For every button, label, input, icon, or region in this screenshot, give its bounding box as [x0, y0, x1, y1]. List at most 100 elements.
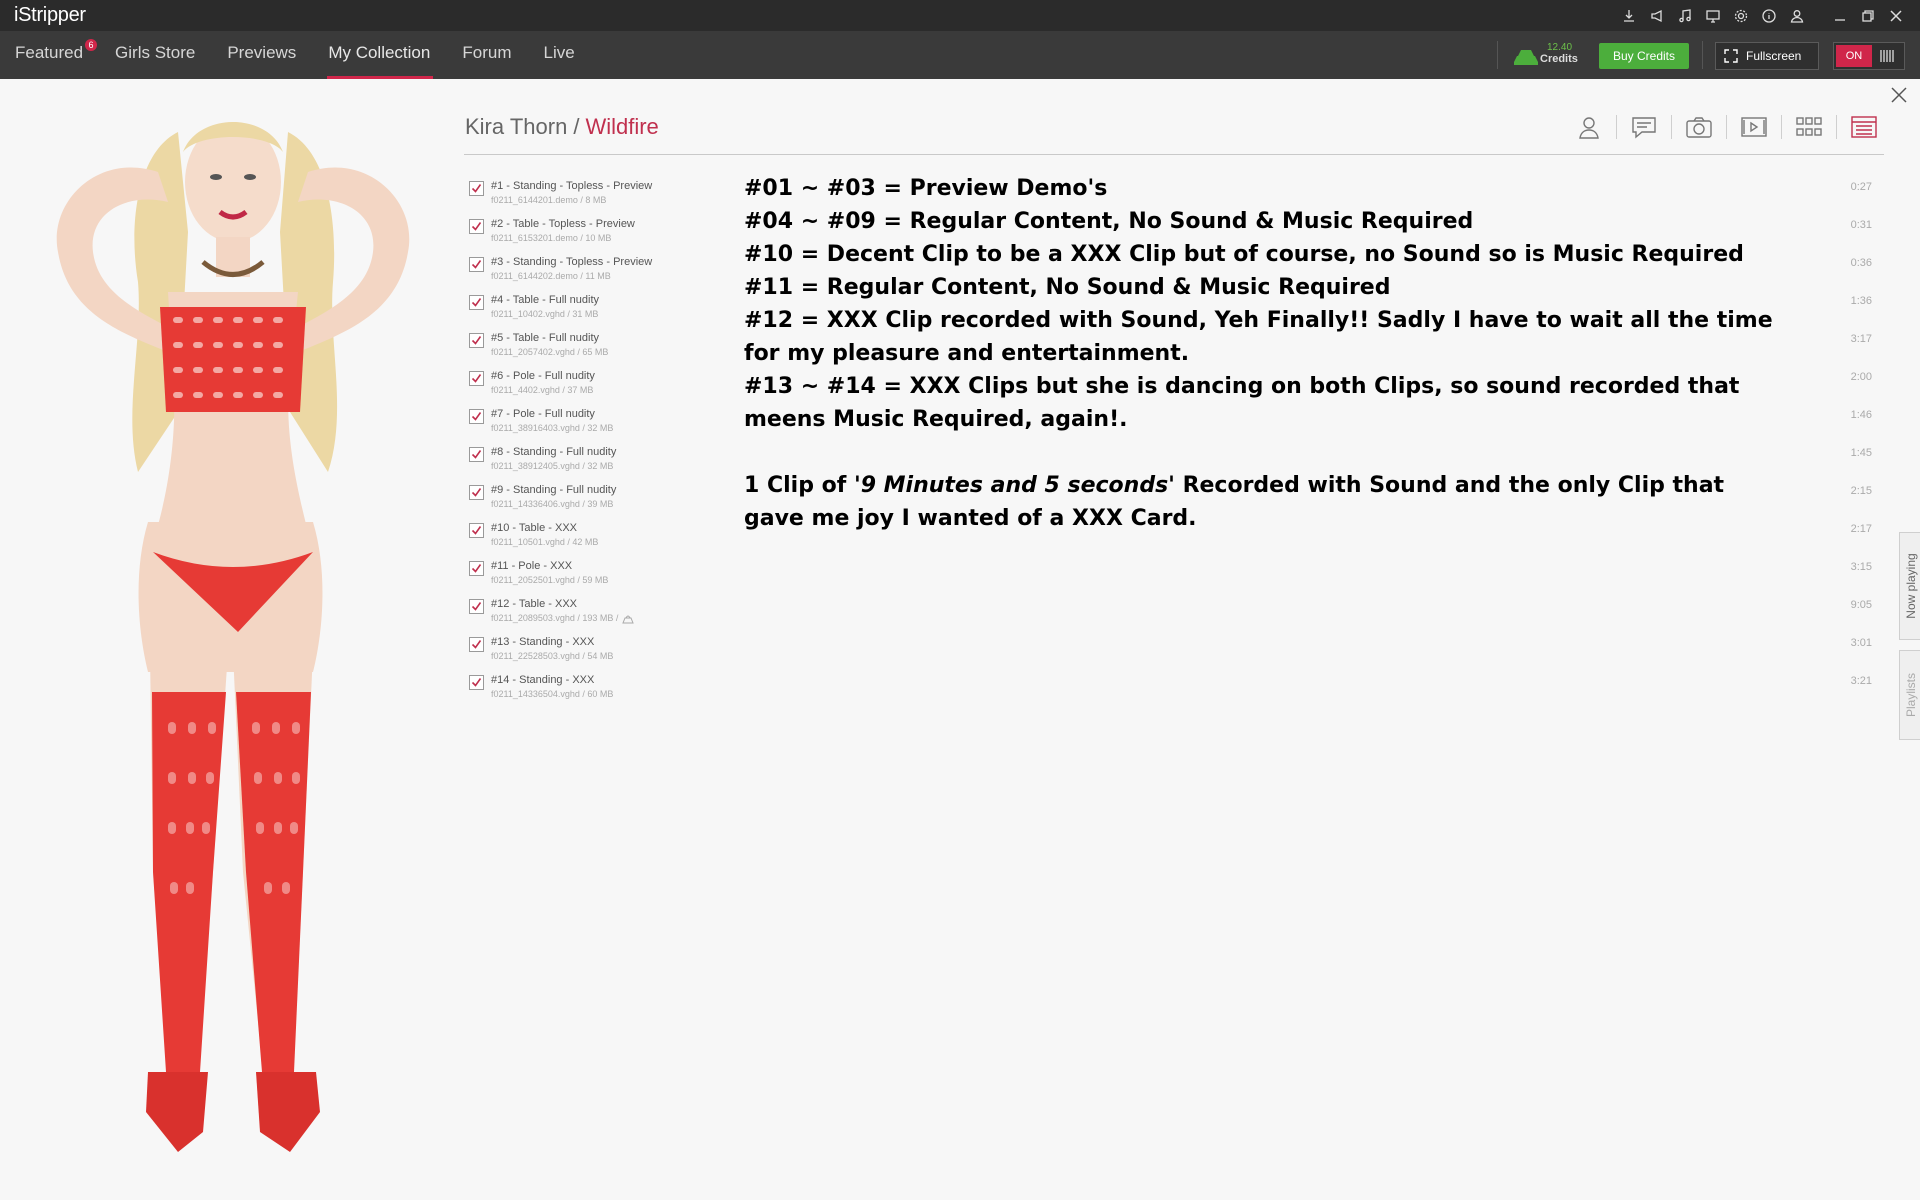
- tab-label: My Collection: [328, 43, 431, 62]
- checkmark-icon: [471, 450, 482, 459]
- clip-item[interactable]: #4 - Table - Full nudity f0211_10402.vghd…: [469, 292, 709, 330]
- music-icon[interactable]: [1674, 5, 1695, 26]
- toolbar-divider: [1671, 115, 1672, 139]
- clip-item[interactable]: #3 - Standing - Topless - Preview f0211_6…: [469, 254, 709, 292]
- toolbar-divider: [1836, 115, 1837, 139]
- clip-item[interactable]: #5 - Table - Full nudity f0211_2057402.vg…: [469, 330, 709, 368]
- clip-title: #3 - Standing - Topless - Preview: [491, 256, 653, 268]
- clip-item[interactable]: #14 - Standing - XXX f0211_14336504.vghd …: [469, 672, 709, 710]
- user-icon[interactable]: [1786, 5, 1807, 26]
- model-name[interactable]: Kira Thorn: [465, 114, 567, 139]
- restore-icon[interactable]: [1857, 5, 1878, 26]
- now-playing-tab[interactable]: Now playing: [1899, 532, 1920, 640]
- buy-credits-button[interactable]: Buy Credits: [1599, 43, 1689, 69]
- clip-item[interactable]: #11 - Pole - XXX f0211_2052501.vghd / 59 …: [469, 558, 709, 596]
- clip-checkbox[interactable]: [469, 333, 484, 348]
- app-title: iStripper: [14, 4, 86, 26]
- clip-duration: 0:36: [1850, 257, 1872, 269]
- clip-title: #4 - Table - Full nudity: [491, 294, 600, 306]
- tab-forum[interactable]: Forum: [447, 31, 528, 79]
- clip-checkbox[interactable]: [469, 637, 484, 652]
- tab-label: Live: [543, 43, 575, 62]
- clip-file: f0211_2089503.vghd / 193 MB /: [491, 613, 635, 624]
- calendar-icon[interactable]: [1848, 113, 1880, 141]
- close-panel-icon[interactable]: [1890, 86, 1908, 104]
- clip-checkbox[interactable]: [469, 561, 484, 576]
- clip-file: f0211_6144201.demo / 8 MB: [491, 195, 607, 205]
- announce-icon[interactable]: [1646, 5, 1667, 26]
- clip-file: f0211_22528503.vghd / 54 MB: [491, 651, 614, 661]
- tab-label: Previews: [227, 43, 297, 62]
- camera-icon[interactable]: [1683, 113, 1715, 141]
- playlists-label: Playlists: [1904, 672, 1918, 718]
- clip-item[interactable]: #9 - Standing - Full nudity f0211_1433640…: [469, 482, 709, 520]
- clip-checkbox[interactable]: [469, 257, 484, 272]
- clip-title: #9 - Standing - Full nudity: [491, 484, 617, 496]
- checkmark-icon: [471, 412, 482, 421]
- clip-checkbox[interactable]: [469, 181, 484, 196]
- close-icon[interactable]: [1885, 5, 1906, 26]
- grid-icon[interactable]: [1793, 113, 1825, 141]
- checkmark-icon: [471, 298, 482, 307]
- clip-duration: 3:17: [1850, 333, 1872, 345]
- annotation-note: #01 ~ #03 = Preview Demo's #04 ~ #09 = R…: [744, 172, 1774, 535]
- now-playing-label: Now playing: [1904, 553, 1918, 619]
- notification-badge: 6: [85, 39, 98, 51]
- tab-previews[interactable]: Previews: [212, 31, 313, 79]
- monitor-icon[interactable]: [1702, 5, 1723, 26]
- checkmark-icon: [471, 640, 482, 649]
- settings-icon[interactable]: [1730, 5, 1751, 26]
- clip-checkbox[interactable]: [469, 447, 484, 462]
- clip-checkbox[interactable]: [469, 295, 484, 310]
- heading-separator: /: [573, 114, 580, 139]
- clip-item[interactable]: #10 - Table - XXX f0211_10501.vghd / 42 M…: [469, 520, 709, 558]
- clip-file-text: f0211_2089503.vghd / 193 MB /: [491, 613, 619, 623]
- clip-file: f0211_14336504.vghd / 60 MB: [491, 689, 614, 699]
- clip-item[interactable]: #2 - Table - Topless - Preview f0211_6153…: [469, 216, 709, 254]
- toolbar-divider: [1726, 115, 1727, 139]
- tab-live[interactable]: Live: [528, 31, 591, 79]
- clip-checkbox[interactable]: [469, 219, 484, 234]
- profile-icon[interactable]: [1573, 113, 1605, 141]
- clip-item[interactable]: #12 - Table - XXX f0211_2089503.vghd / 19…: [469, 596, 709, 634]
- note-spacer: [744, 436, 1774, 469]
- clip-item[interactable]: #1 - Standing - Topless - Preview f0211_6…: [469, 178, 709, 216]
- tab-my-collection[interactable]: My Collection: [313, 31, 447, 79]
- tab-featured[interactable]: Featured 6: [0, 31, 100, 79]
- clip-item[interactable]: #8 - Standing - Full nudity f0211_3891240…: [469, 444, 709, 482]
- checkmark-icon: [471, 678, 482, 687]
- clip-checkbox[interactable]: [469, 409, 484, 424]
- clip-duration: 2:15: [1850, 485, 1872, 497]
- clip-checkbox[interactable]: [469, 485, 484, 500]
- comments-icon[interactable]: [1628, 113, 1660, 141]
- toggle-on-label: ON: [1836, 45, 1872, 67]
- clip-file: f0211_2052501.vghd / 59 MB: [491, 575, 609, 585]
- clip-checkbox[interactable]: [469, 371, 484, 386]
- clip-duration: 1:46: [1850, 409, 1872, 421]
- clip-duration: 1:36: [1850, 295, 1872, 307]
- clip-item[interactable]: #7 - Pole - Full nudity f0211_38916403.vg…: [469, 406, 709, 444]
- video-icon[interactable]: [1738, 113, 1770, 141]
- minimize-icon[interactable]: [1829, 5, 1850, 26]
- playlists-tab[interactable]: Playlists: [1899, 650, 1920, 740]
- clip-title: #12 - Table - XXX: [491, 598, 578, 610]
- tab-girls-store[interactable]: Girls Store: [100, 31, 212, 79]
- note-line: 1 Clip of '9 Minutes and 5 seconds' Reco…: [744, 469, 1774, 535]
- credits-amount: 12.40: [1547, 42, 1573, 53]
- fullscreen-icon: [1724, 49, 1738, 63]
- fullscreen-button[interactable]: Fullscreen: [1715, 42, 1819, 70]
- card-heading: Kira Thorn / Wildfire: [465, 114, 659, 140]
- checkmark-icon: [471, 526, 482, 535]
- toggle-bars-icon: [1880, 50, 1894, 62]
- clip-checkbox[interactable]: [469, 599, 484, 614]
- clip-checkbox[interactable]: [469, 675, 484, 690]
- fullscreen-label: Fullscreen: [1746, 49, 1802, 63]
- info-icon[interactable]: [1758, 5, 1779, 26]
- clip-checkbox[interactable]: [469, 523, 484, 538]
- download-icon[interactable]: [1618, 5, 1639, 26]
- clip-duration: 2:00: [1850, 371, 1872, 383]
- clip-file: f0211_4402.vghd / 37 MB: [491, 385, 594, 395]
- clip-item[interactable]: #13 - Standing - XXX f0211_22528503.vghd …: [469, 634, 709, 672]
- on-off-toggle[interactable]: ON: [1833, 42, 1905, 70]
- clip-item[interactable]: #6 - Pole - Full nudity f0211_4402.vghd /…: [469, 368, 709, 406]
